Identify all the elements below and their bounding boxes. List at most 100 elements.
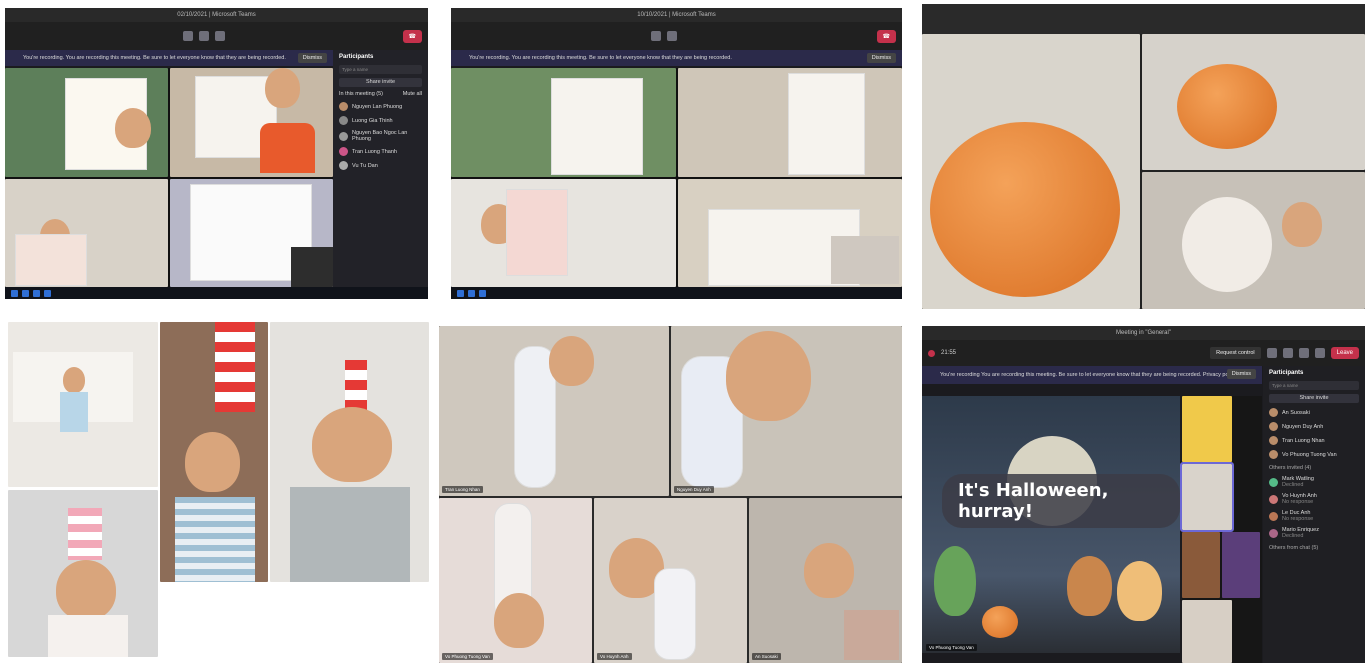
participant-row[interactable]: Nguyen Lan Phuong [339,102,422,111]
invited-row[interactable]: Le Duc Anh No response [1269,510,1359,522]
share-invite-button[interactable]: Share invite [339,78,422,87]
dismiss-button[interactable]: Dismiss [297,53,327,63]
video-tile[interactable] [170,178,333,287]
recording-banner: You're recording You are recording this … [922,366,1262,384]
participant-name: Vo Huynh Anh [597,653,632,660]
video-tile[interactable] [1142,34,1365,170]
avatar [1269,436,1278,445]
share-icon[interactable] [214,31,225,41]
camera-icon[interactable] [1298,348,1309,358]
teams-screenshot-2: 10/10/2021 | Microsoft Teams ☎ You're re… [451,8,902,299]
photo-collage [8,322,429,657]
participant-row[interactable]: Nguyen Bao Ngoc Lan Phuong [339,130,422,142]
leave-button[interactable]: ☎ [876,29,896,43]
pumpkin-drawing [1177,64,1277,149]
avatar [339,161,348,170]
mic-icon[interactable] [198,31,209,41]
video-tile[interactable] [1222,532,1260,598]
avatar [1269,528,1278,538]
participant-row[interactable]: Nguyen Duy Anh [1269,422,1359,431]
video-tile[interactable] [5,178,168,287]
video-tile[interactable] [677,178,902,287]
in-meeting-label: In this meeting (5) [339,91,384,97]
camera-icon[interactable] [650,31,661,41]
video-tile[interactable] [1142,172,1365,309]
video-tile[interactable] [5,68,168,177]
participant-search-input[interactable]: Type a name [339,65,422,74]
meeting-toolbar: 21:55 Request control Leave [922,340,1365,366]
start-icon[interactable] [11,289,18,297]
start-icon[interactable] [457,289,464,297]
video-grid [451,68,902,287]
video-tile[interactable] [1182,532,1220,598]
avatar [1269,422,1278,431]
invited-row[interactable]: Vo Huynh Anh No response [1269,493,1359,505]
chat-icon[interactable] [1282,348,1293,358]
dismiss-button[interactable]: Dismiss [866,53,896,63]
video-tile[interactable] [451,178,676,287]
teams-screenshot-3 [922,4,1365,309]
app-icon[interactable] [479,289,486,297]
avatar [1269,408,1278,417]
participant-row[interactable]: Tran Luong Nhan [1269,436,1359,445]
meeting-toolbar: ☎ [451,22,902,50]
teams-screenshot-5: Meeting in "General" 21:55 Request contr… [922,326,1365,663]
video-tile[interactable] [677,68,902,177]
video-tile[interactable]: Vo Phuong Tuong Van [439,498,592,663]
video-tile[interactable]: Nguyen Duy Anh [671,326,902,496]
avatar [339,147,348,156]
participant-search-input[interactable]: Type a name [1269,381,1359,390]
others-invited-label: Others invited (4) [1269,465,1312,471]
mic-icon[interactable] [666,31,677,41]
avatar [1269,494,1278,504]
app-icon[interactable] [33,289,40,297]
photo [160,322,268,582]
participant-row[interactable]: Vo Phuong Tuong Van [1269,450,1359,459]
window-title: Meeting in "General" [922,326,1365,340]
participant-row[interactable]: Vu Tu Dan [339,161,422,170]
participant-name: Nguyen Duy Anh [674,486,714,493]
camera-icon[interactable] [182,31,193,41]
video-tile[interactable]: Vo Huynh Anh [594,498,747,663]
app-icon[interactable] [44,289,51,297]
request-control-button[interactable]: Request control [1210,347,1261,359]
video-tile[interactable]: Tran Luong Nhan [439,326,669,496]
participant-row[interactable]: Luong Gia Thinh [339,116,422,125]
video-tile[interactable] [922,34,1140,309]
pumpkin-drawing [1182,197,1272,292]
participant-row[interactable]: An Suosaki [1269,408,1359,417]
recording-banner: You're recording. You are recording this… [5,50,333,66]
dismiss-button[interactable]: Dismiss [1226,369,1256,379]
participants-heading: Participants [1269,370,1304,376]
window-title: 10/10/2021 | Microsoft Teams [451,8,902,22]
teams-screenshot-4: Tran Luong Nhan Nguyen Duy Anh Vo Phuong… [439,326,902,663]
invited-row[interactable]: Mario Enriquez Declined [1269,527,1359,539]
video-tile[interactable] [1180,462,1234,532]
meeting-timer: 21:55 [941,350,957,356]
invited-row[interactable]: Mark Watling Declined [1269,476,1359,488]
video-tile[interactable]: An Suosaki [749,498,902,663]
mic-icon[interactable] [1314,348,1325,358]
participants-panel: Participants Type a name Share invite An… [1263,366,1365,663]
photo [8,490,158,657]
avatar [1269,511,1278,521]
video-tile[interactable] [1182,600,1232,663]
app-icon[interactable] [22,289,29,297]
avatar [339,116,348,125]
leave-button[interactable]: Leave [1330,347,1359,359]
avatar [1269,450,1278,459]
participant-row[interactable]: Tran Luong Thanh [339,147,422,156]
recording-banner: You're recording. You are recording this… [451,50,902,66]
share-invite-button[interactable]: Share invite [1269,394,1359,403]
window-title: 02/10/2021 | Microsoft Teams [5,8,428,22]
leave-button[interactable]: ☎ [402,29,422,43]
video-tile[interactable] [451,68,676,177]
app-icon[interactable] [468,289,475,297]
mute-all-button[interactable]: Mute all [403,91,422,97]
video-tile[interactable] [1182,396,1232,462]
photo [270,322,429,582]
video-tile[interactable] [170,68,333,177]
avatar [339,131,348,141]
others-chat-label: Others from chat (5) [1269,545,1319,551]
people-icon[interactable] [1266,348,1277,358]
